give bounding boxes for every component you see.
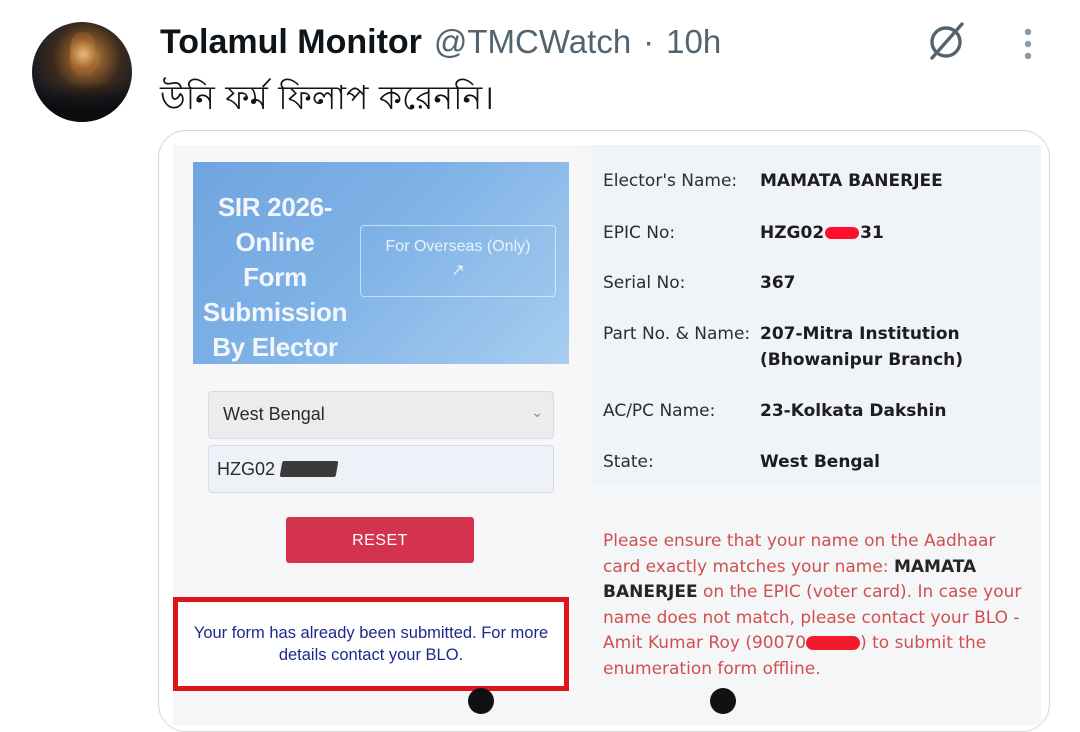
state-label: State: [603,452,654,472]
form-screenshot: SIR 2026- Online Form Submission By Elec… [173,145,1041,725]
epic-label: EPIC No: [603,223,676,243]
chevron-down-icon: ⌄ [531,404,543,420]
epic-input[interactable]: HZG02 [208,445,554,493]
grok-icon[interactable] [922,18,970,66]
avatar-glow [70,32,96,76]
part-value-line1: 207-Mitra Institution [760,324,960,344]
epic-prefix: HZG02 [760,223,825,243]
part-value-line2: (Bhowanipur Branch) [760,350,964,370]
aadhaar-notice: Please ensure that your name on the Aadh… [603,529,1033,682]
submitted-message: Your form has already been submitted. Fo… [193,624,549,664]
acpc-label: AC/PC Name: [603,401,716,421]
elector-name-label: Elector's Name: [603,171,738,191]
epic-suffix: 31 [860,223,884,243]
redaction-mark [806,636,861,650]
submitted-alert: Your form has already been submitted. Fo… [173,597,569,691]
elector-details-panel: Elector's Name: MAMATA BANERJEE EPIC No:… [591,145,1041,485]
state-value: West Bengal [760,452,880,472]
timestamp[interactable]: 10h [666,23,721,61]
tweet-media[interactable]: SIR 2026- Online Form Submission By Elec… [158,130,1050,732]
handle[interactable]: @TMCWatch [434,23,631,61]
acpc-value: 23-Kolkata Dakshin [760,401,947,421]
form-left-panel: SIR 2026- Online Form Submission By Elec… [173,145,581,725]
serial-label: Serial No: [603,273,686,293]
external-link-icon: ↗ [451,262,465,279]
epic-input-value: HZG02 [217,459,276,479]
overseas-label: For Overseas (Only) [385,238,531,255]
avatar-crowd [32,82,132,122]
epic-value: HZG02 31 [760,223,884,243]
tweet-header: Tolamul Monitor @TMCWatch · 10h [160,20,721,64]
redaction-mark [279,461,339,477]
action-icon-partial[interactable] [468,688,494,714]
overseas-button[interactable]: For Overseas (Only) ↗ [360,225,556,297]
part-label: Part No. & Name: [603,324,751,344]
avatar[interactable] [32,22,132,122]
reset-button[interactable]: RESET [286,517,474,563]
separator: · [643,23,655,60]
banner-title: SIR 2026- Online Form Submission By Elec… [202,192,348,362]
action-icon-partial[interactable] [710,688,736,714]
state-select[interactable]: West Bengal ⌄ [208,391,554,439]
display-name[interactable]: Tolamul Monitor [160,23,422,62]
form-banner: SIR 2026- Online Form Submission By Elec… [193,162,569,364]
tweet-text: উনি ফর্ম ফিলাপ করেননি। [160,78,495,117]
redaction-mark [825,227,860,239]
elector-name-value: MAMATA BANERJEE [760,171,943,191]
state-select-value: West Bengal [223,404,325,424]
more-vertical-icon[interactable] [1018,24,1038,64]
serial-value: 367 [760,273,796,293]
